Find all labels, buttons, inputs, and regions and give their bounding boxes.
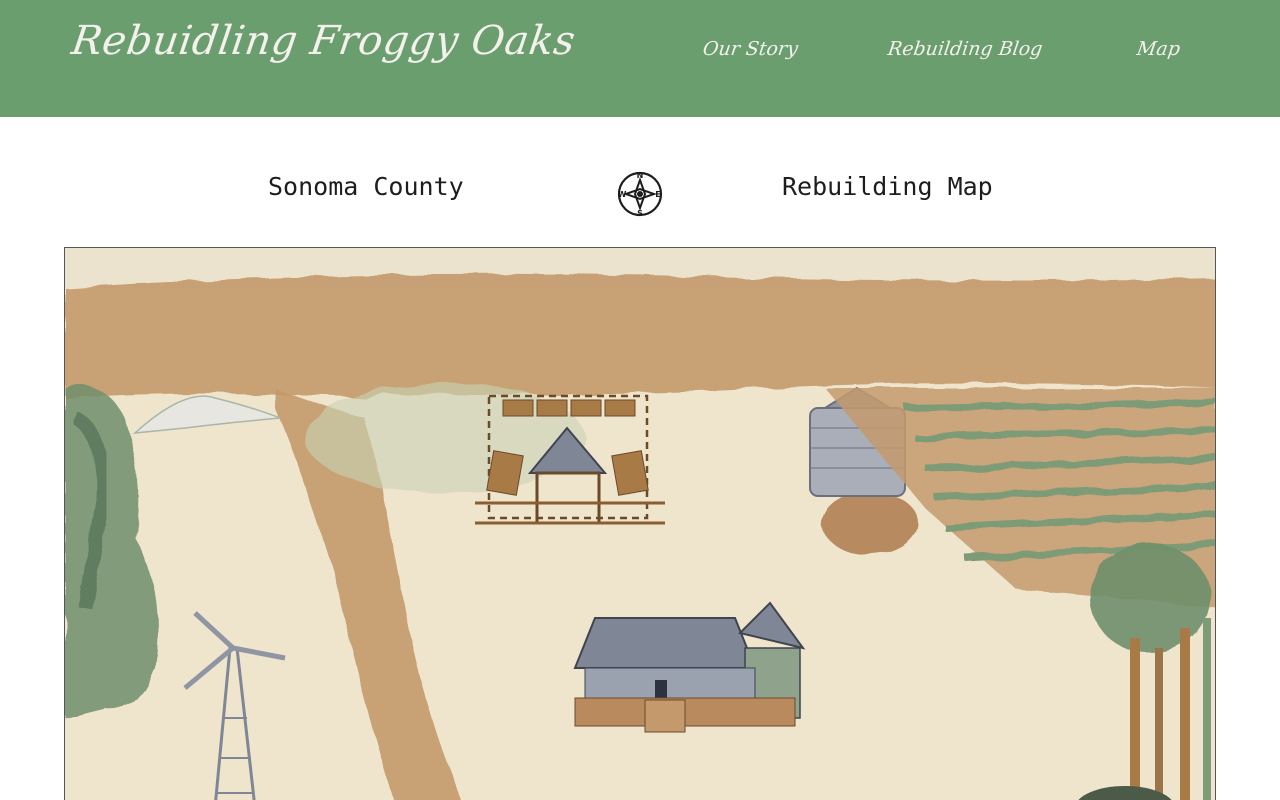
- page-title-right: Rebuilding Map: [782, 172, 993, 201]
- map-illustration[interactable]: [64, 247, 1216, 800]
- page-title-left: Sonoma County: [268, 172, 464, 201]
- site-title-link[interactable]: Rebuidling Froggy Oaks: [69, 18, 579, 64]
- compass-letter-s: S: [637, 209, 643, 218]
- compass-rose-icon: N E S W: [618, 171, 663, 218]
- map-main-road: [65, 273, 1215, 398]
- nav-our-story[interactable]: Our Story: [701, 38, 799, 60]
- compass-letter-n: N: [637, 171, 644, 180]
- nav-rebuilding-blog[interactable]: Rebuilding Blog: [886, 38, 1044, 60]
- page-title-row: Sonoma County N E S W Rebuilding Map: [0, 150, 1280, 230]
- map-canvas: [65, 248, 1215, 800]
- nav-map[interactable]: Map: [1135, 38, 1181, 60]
- compass-letter-w: W: [618, 190, 627, 199]
- compass-letter-e: E: [655, 190, 660, 199]
- site-header: Rebuidling Froggy Oaks Our Story Rebuild…: [0, 0, 1280, 117]
- map-farmhouse: [573, 601, 806, 733]
